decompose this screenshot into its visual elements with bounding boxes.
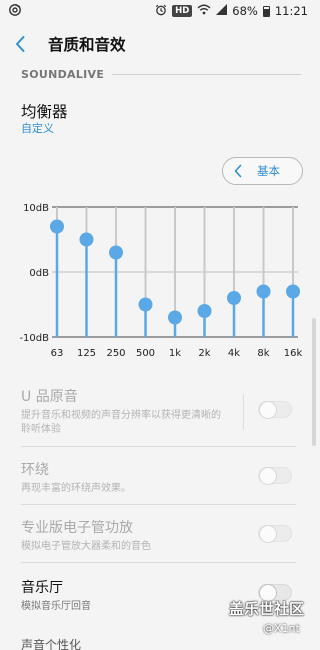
section-header-personalize: 声音个性化 bbox=[21, 638, 82, 650]
page-title: 音质和音效 bbox=[48, 36, 126, 54]
slider-handle-4k[interactable] bbox=[227, 291, 241, 305]
surround-toggle[interactable] bbox=[258, 467, 292, 485]
music-app-icon bbox=[8, 3, 22, 20]
battery-icon bbox=[262, 5, 270, 17]
divider bbox=[21, 446, 296, 447]
chevron-left-icon bbox=[227, 157, 249, 185]
x-tick-label: 16k bbox=[284, 348, 303, 359]
slider-handle-2k[interactable] bbox=[197, 304, 212, 318]
basic-mode-button[interactable]: 基本 bbox=[222, 157, 303, 185]
toggle-knob bbox=[259, 467, 277, 485]
toggle-knob bbox=[259, 401, 277, 419]
slider-handle-125[interactable] bbox=[79, 232, 94, 247]
equalizer-chart: 10dB 0dB -10dB 63 125 250 500 1k 2k 4k 8k 16k bbox=[19, 203, 303, 359]
equalizer-title[interactable]: 均衡器 bbox=[21, 100, 68, 122]
chevron-left-icon bbox=[16, 36, 25, 52]
section-header-soundalive: SOUNDALIVE bbox=[21, 68, 301, 81]
slider-handle-500[interactable] bbox=[138, 297, 153, 312]
toggle-knob bbox=[259, 525, 277, 543]
x-tick-label: 125 bbox=[77, 348, 96, 359]
section-label: SOUNDALIVE bbox=[21, 68, 105, 81]
divider bbox=[21, 504, 296, 505]
equalizer-preset: 自定义 bbox=[21, 122, 54, 135]
watermark-handle: @X1nt bbox=[263, 622, 300, 635]
y-tick-label: 0dB bbox=[29, 268, 49, 279]
setting-description: 提升音乐和视频的声音分辨率以获得更清晰的聆听体验 bbox=[21, 410, 221, 435]
hd-badge: HD bbox=[172, 5, 193, 17]
slider-handle-16k[interactable] bbox=[286, 284, 300, 299]
x-tick-label: 4k bbox=[228, 348, 240, 359]
y-tick-label: -10dB bbox=[19, 333, 49, 344]
slider-handle-8k[interactable] bbox=[256, 284, 271, 299]
divider bbox=[21, 562, 296, 563]
slider-handle-250[interactable] bbox=[109, 245, 123, 260]
status-bar: HD 68% 11:21 bbox=[0, 0, 316, 22]
setting-description: 再现丰富的环绕声效果。 bbox=[21, 483, 131, 494]
watermark: 盖乐世社区 bbox=[229, 600, 305, 618]
section-divider bbox=[112, 74, 301, 75]
x-tick-label: 1k bbox=[169, 348, 181, 359]
basic-mode-label: 基本 bbox=[257, 164, 280, 178]
setting-description: 模拟电子管放大器柔和的音色 bbox=[21, 541, 151, 552]
x-tick-label: 2k bbox=[198, 348, 210, 359]
app-header: 音质和音效 bbox=[0, 22, 316, 66]
x-tick-label: 500 bbox=[136, 348, 155, 359]
uhq-toggle[interactable] bbox=[258, 401, 292, 419]
setting-title: U 品原音 bbox=[21, 389, 78, 405]
vertical-separator bbox=[243, 394, 244, 430]
clock: 11:21 bbox=[274, 4, 308, 18]
battery-percent: 68% bbox=[232, 4, 258, 18]
alarm-icon bbox=[155, 4, 167, 19]
wifi-icon bbox=[197, 4, 211, 18]
back-button[interactable] bbox=[0, 22, 40, 66]
x-tick-label: 250 bbox=[106, 348, 125, 359]
slider-handle-63[interactable] bbox=[50, 219, 64, 234]
y-tick-label: 10dB bbox=[23, 203, 49, 214]
slider-handle-1k[interactable] bbox=[168, 310, 182, 325]
scrollbar[interactable] bbox=[312, 318, 316, 446]
x-tick-label: 63 bbox=[51, 348, 64, 359]
tube-amp-toggle[interactable] bbox=[258, 525, 292, 543]
signal-icon bbox=[216, 4, 228, 18]
x-tick-label: 8k bbox=[257, 348, 269, 359]
